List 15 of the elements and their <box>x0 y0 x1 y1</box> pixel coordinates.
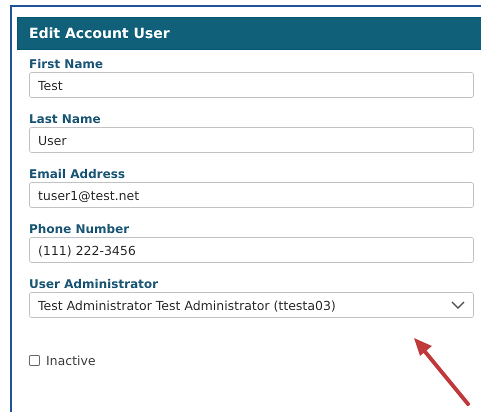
field-label: Phone Number <box>29 221 130 237</box>
annotation-arrow <box>414 338 470 406</box>
checkbox-label: Inactive <box>46 353 96 368</box>
dropdown-field[interactable]: Test Administrator Test Administrator (ttesta03) <box>29 292 474 318</box>
input-field[interactable]: Test <box>29 72 474 98</box>
field-label: First Name <box>29 56 104 72</box>
panel-header: Edit Account User <box>17 17 481 50</box>
input-field[interactable]: tuser1@test.net <box>29 182 474 208</box>
checkbox[interactable] <box>29 355 40 366</box>
chevron-down-icon <box>451 301 465 309</box>
field-label: User Administrator <box>29 276 160 292</box>
input-field[interactable]: User <box>29 127 474 153</box>
input-field[interactable]: (111) 222-3456 <box>29 237 474 263</box>
field-label: Email Address <box>29 166 126 182</box>
field-label: Last Name <box>29 111 102 127</box>
